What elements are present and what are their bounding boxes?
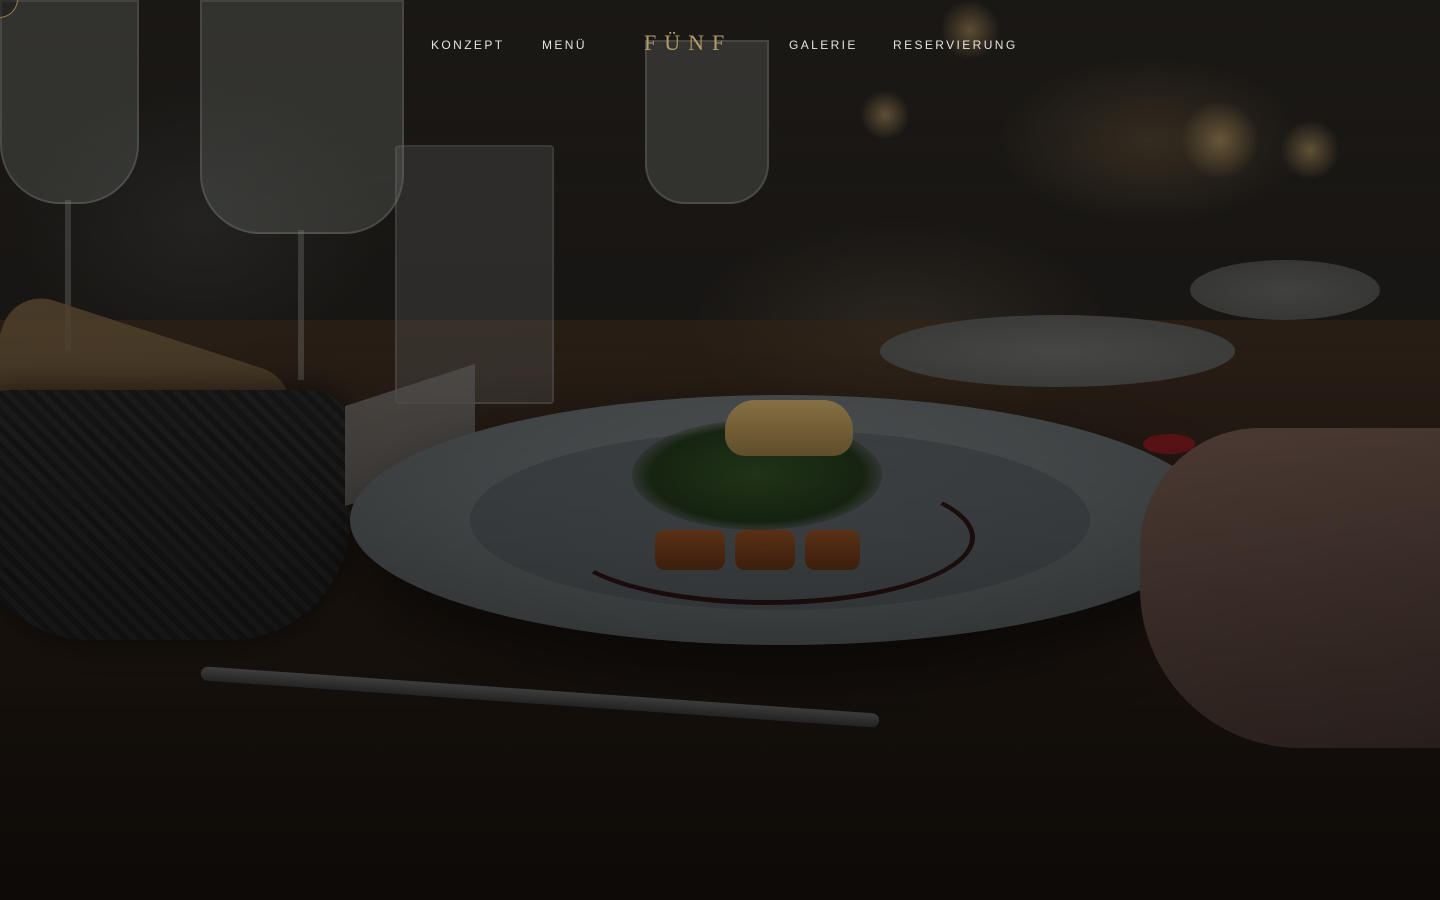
nav-link-galerie[interactable]: GALERIE — [789, 38, 858, 52]
nav-link-menu[interactable]: MENÜ — [542, 38, 587, 52]
main-nav: KONZEPT MENÜ FÜNF GALERIE RESERVIERUNG — [0, 28, 1440, 62]
nav-link-konzept[interactable]: KONZEPT — [431, 38, 504, 52]
logo[interactable]: FÜNF — [644, 30, 732, 56]
dark-overlay — [0, 0, 1440, 900]
hero-section: KONZEPT MENÜ FÜNF GALERIE RESERVIERUNG — [0, 0, 1440, 900]
nav-link-reservierung[interactable]: RESERVIERUNG — [893, 38, 1018, 52]
